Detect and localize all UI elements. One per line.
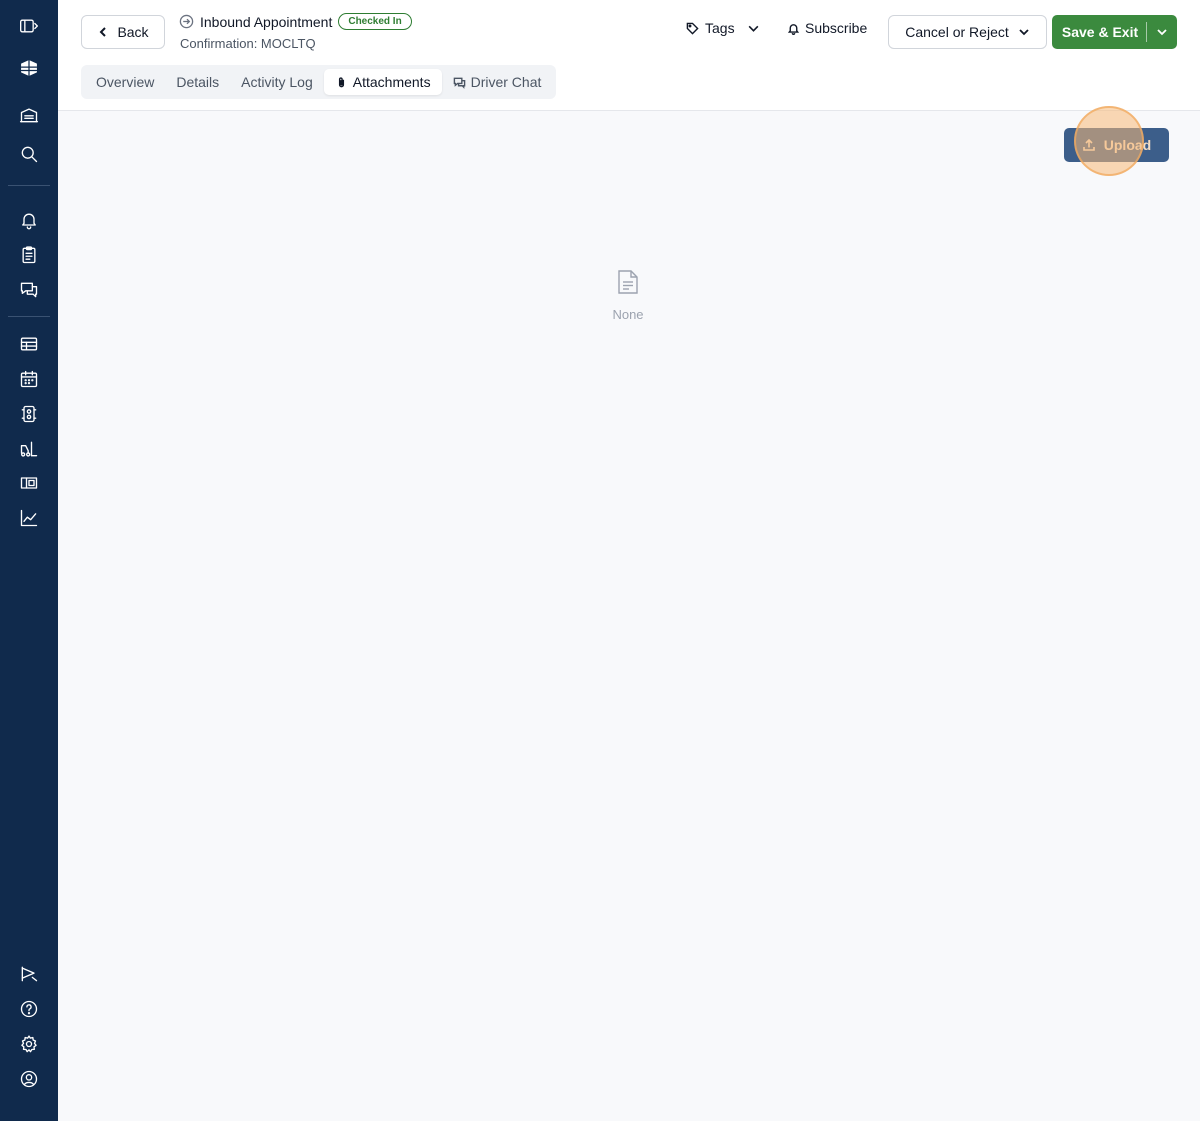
- tab-bar: Overview Details Activity Log Attachment…: [81, 65, 557, 99]
- tab-label: Details: [176, 74, 220, 90]
- tab-activity-log[interactable]: Activity Log: [230, 69, 324, 95]
- document-icon: [618, 270, 638, 294]
- tab-attachments[interactable]: Attachments: [323, 69, 442, 95]
- tab-driver-chat[interactable]: Driver Chat: [442, 69, 553, 95]
- empty-label: None: [612, 307, 644, 322]
- forklift-icon[interactable]: [17, 437, 41, 461]
- subscribe-label: Subscribe: [805, 20, 868, 36]
- warehouse-icon[interactable]: [17, 103, 41, 127]
- chevron-left-icon: [100, 27, 107, 37]
- cancel-label: Cancel or Reject: [905, 24, 1009, 40]
- chevron-down-icon: [748, 25, 758, 32]
- bell-icon: [787, 23, 800, 35]
- paperclip-icon: [338, 76, 344, 87]
- profile-icon[interactable]: [17, 1067, 41, 1091]
- help-icon[interactable]: [17, 997, 41, 1021]
- tab-label: Driver Chat: [470, 74, 542, 90]
- attachments-panel: Upload None: [58, 106, 1200, 1121]
- tab-label: Attachments: [352, 74, 431, 90]
- tag-icon: [686, 22, 699, 35]
- tab-label: Activity Log: [241, 74, 313, 90]
- sidebar: [0, 0, 58, 1121]
- page-title: Inbound Appointment: [200, 13, 333, 30]
- calendar-icon[interactable]: [17, 367, 41, 391]
- logo-icon[interactable]: [17, 56, 41, 80]
- tab-label: Overview: [96, 74, 155, 90]
- save-label: Save & Exit: [1061, 24, 1139, 40]
- chevron-down-icon: [1157, 29, 1167, 36]
- save-and-exit-button[interactable]: Save & Exit: [1052, 15, 1146, 49]
- tags-dropdown[interactable]: Tags: [686, 20, 760, 36]
- whats-new-icon[interactable]: [17, 962, 41, 986]
- subscribe-button[interactable]: Subscribe: [787, 20, 867, 36]
- chat-icon[interactable]: [17, 278, 41, 302]
- sidebar-toggle-icon[interactable]: [17, 14, 41, 38]
- settings-icon[interactable]: [17, 1032, 41, 1056]
- bell-icon[interactable]: [17, 208, 41, 232]
- back-label: Back: [117, 24, 149, 40]
- tab-overview[interactable]: Overview: [85, 69, 165, 95]
- page-header: Back Inbound Appointment Checked In Conf…: [58, 0, 1200, 111]
- analytics-icon[interactable]: [17, 506, 41, 530]
- chat-icon: [453, 77, 465, 89]
- sidebar-divider: [8, 185, 50, 186]
- back-button[interactable]: Back: [81, 15, 165, 49]
- dock-icon[interactable]: [17, 402, 41, 426]
- title-row: Inbound Appointment Checked In: [179, 13, 412, 30]
- yard-icon[interactable]: [17, 471, 41, 495]
- save-options-dropdown[interactable]: [1147, 15, 1177, 49]
- search-icon[interactable]: [17, 142, 41, 166]
- chevron-down-icon: [1019, 29, 1029, 36]
- clipboard-icon[interactable]: [17, 243, 41, 267]
- confirmation-number: Confirmation: MOCLTQ: [180, 36, 316, 51]
- status-badge: Checked In: [338, 13, 412, 30]
- upload-label: Upload: [1103, 137, 1152, 153]
- cancel-or-reject-dropdown[interactable]: Cancel or Reject: [888, 15, 1047, 49]
- tags-label: Tags: [705, 20, 735, 36]
- empty-state: None: [588, 269, 668, 322]
- appointments-icon[interactable]: [17, 332, 41, 356]
- arrow-right-circle-icon: [179, 14, 194, 29]
- save-button-group: Save & Exit: [1052, 15, 1177, 49]
- tab-details[interactable]: Details: [165, 69, 230, 95]
- upload-icon: [1082, 138, 1095, 151]
- sidebar-divider: [8, 316, 50, 317]
- upload-button[interactable]: Upload: [1064, 128, 1169, 162]
